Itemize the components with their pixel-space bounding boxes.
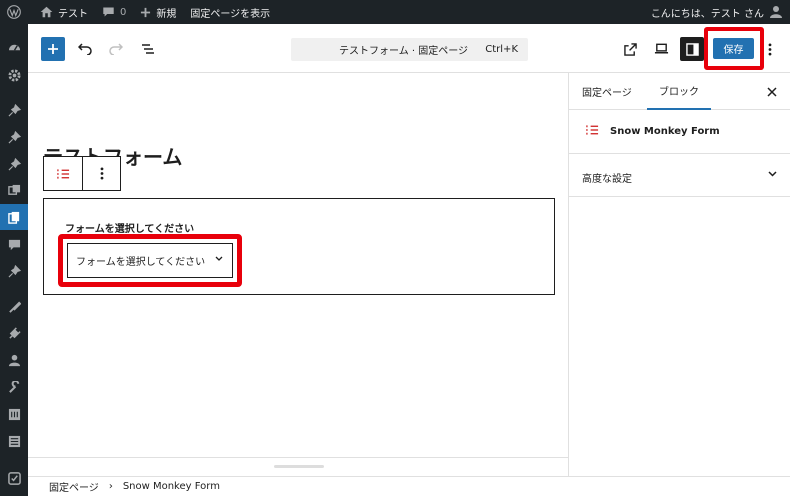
options-button[interactable]	[758, 37, 782, 61]
editor-toolbar: テストフォーム · 固定ページ Ctrl+K 保存	[28, 24, 790, 73]
plus-icon	[140, 7, 151, 18]
redo-button[interactable]	[104, 37, 128, 61]
redo-icon	[109, 43, 123, 55]
command-shortcut: Ctrl+K	[485, 44, 518, 55]
site-name: テスト	[58, 8, 88, 20]
appearance-icon[interactable]	[0, 294, 28, 320]
breadcrumb-item-page[interactable]: 固定ページ	[49, 479, 99, 494]
form-select[interactable]: フォームを選択してください	[67, 243, 233, 278]
wp-logo-menu[interactable]	[0, 0, 33, 24]
save-button[interactable]: 保存	[713, 38, 754, 59]
document-overview-button[interactable]	[136, 37, 160, 61]
pin-icon[interactable]	[0, 124, 28, 150]
comments-count: 0	[120, 6, 127, 18]
block-inserter-button[interactable]	[41, 37, 65, 61]
tab-block[interactable]: ブロック	[647, 73, 711, 110]
form-select-label: フォームを選択してください	[65, 224, 195, 235]
breadcrumb-item-block[interactable]: Snow Monkey Form	[123, 481, 220, 492]
settings-icon[interactable]	[0, 62, 28, 88]
comments-icon[interactable]	[0, 232, 28, 258]
settings-sidebar: 固定ページ ブロック Snow Monkey Form 高度な設定	[568, 73, 790, 476]
avatar	[770, 5, 782, 19]
tab-page[interactable]: 固定ページ	[582, 73, 632, 110]
block-card: Snow Monkey Form	[569, 110, 790, 154]
select-highlight: フォームを選択してください	[58, 234, 242, 287]
pin-icon[interactable]	[0, 97, 28, 123]
pages-icon[interactable]	[0, 204, 28, 230]
media-icon[interactable]	[0, 177, 28, 203]
wordpress-logo-icon	[7, 5, 21, 19]
admin-menu	[0, 24, 28, 496]
home-icon	[40, 6, 53, 18]
view-page-link[interactable]: 固定ページを表示	[183, 0, 277, 24]
command-palette-bar[interactable]: テストフォーム · 固定ページ Ctrl+K	[291, 38, 528, 61]
plugin-icon[interactable]	[0, 465, 28, 491]
list-icon[interactable]	[0, 428, 28, 454]
settings-icon[interactable]	[0, 401, 28, 427]
document-title: テストフォーム · 固定ページ	[339, 46, 469, 57]
more-vertical-icon	[100, 167, 103, 180]
external-link-icon	[623, 42, 637, 56]
laptop-icon	[654, 43, 668, 54]
new-label: 新規	[156, 8, 177, 20]
settings-sidebar-toggle[interactable]	[680, 37, 704, 61]
undo-icon	[78, 43, 92, 55]
breadcrumb: 固定ページ › Snow Monkey Form	[28, 476, 790, 496]
comment-bubble-icon	[102, 6, 115, 18]
resize-handle[interactable]	[274, 465, 324, 468]
block-type-button[interactable]	[44, 157, 82, 190]
undo-button[interactable]	[73, 37, 97, 61]
comments-menu[interactable]: 0	[95, 0, 133, 24]
save-highlight: 保存	[704, 27, 764, 70]
sidebar-tabs: 固定ページ ブロック	[569, 73, 790, 110]
snow-monkey-form-block[interactable]: フォームを選択してください フォームを選択してください	[43, 198, 555, 295]
more-vertical-icon	[768, 42, 772, 56]
panel-title: 高度な設定	[582, 174, 632, 185]
admin-bar: テスト 0 新規 固定ページを表示 こんにちは、テスト さん	[0, 0, 790, 24]
breadcrumb-separator: ›	[108, 481, 113, 492]
chevron-down-icon	[215, 256, 223, 261]
canvas-resize-area	[28, 457, 568, 475]
pin-icon[interactable]	[0, 258, 28, 284]
form-select-value: フォームを選択してください	[76, 257, 206, 268]
block-name: Snow Monkey Form	[610, 126, 720, 137]
form-list-icon	[586, 125, 599, 135]
pin-icon[interactable]	[0, 151, 28, 177]
editor-canvas: テストフォーム フォームを選択してください フォームを選択してください	[28, 73, 568, 457]
view-page-label: 固定ページを表示	[190, 8, 271, 20]
advanced-settings-panel[interactable]: 高度な設定	[569, 154, 790, 197]
plugins-icon[interactable]	[0, 320, 28, 346]
chevron-down-icon	[768, 171, 777, 177]
list-view-icon	[142, 44, 154, 54]
view-page-button[interactable]	[618, 37, 642, 61]
close-sidebar-button[interactable]	[765, 85, 779, 99]
users-icon[interactable]	[0, 347, 28, 373]
close-icon	[767, 87, 777, 97]
site-name-menu[interactable]: テスト	[33, 0, 95, 24]
block-options-button[interactable]	[82, 157, 120, 190]
account-menu[interactable]: こんにちは、テスト さん	[651, 5, 790, 20]
new-content-menu[interactable]: 新規	[133, 0, 183, 24]
greeting: こんにちは、テスト さん	[650, 8, 764, 20]
dashboard-icon[interactable]	[0, 34, 28, 60]
tools-icon[interactable]	[0, 374, 28, 400]
form-list-icon	[56, 168, 69, 179]
preview-button[interactable]	[649, 37, 673, 61]
plus-icon	[48, 44, 58, 54]
sidebar-icon	[685, 42, 699, 56]
block-toolbar	[43, 156, 121, 191]
